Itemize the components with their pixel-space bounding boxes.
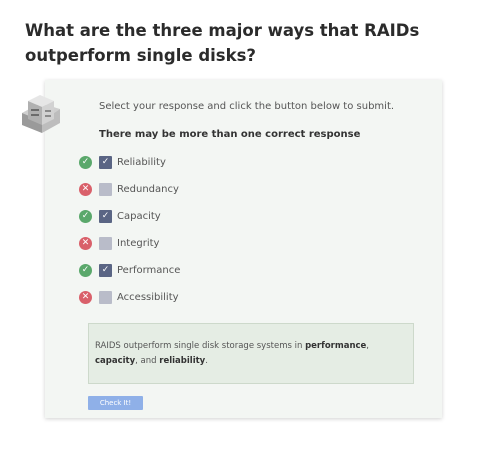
instructions-text: Select your response and click the butto… bbox=[99, 101, 395, 112]
incorrect-x-icon: ✕ bbox=[79, 237, 92, 250]
option-checkbox[interactable] bbox=[99, 237, 112, 250]
option-checkbox[interactable] bbox=[99, 291, 112, 304]
option-label: Integrity bbox=[117, 238, 160, 249]
feedback-term-reliability: reliability bbox=[159, 356, 206, 366]
option-checkbox[interactable]: ✓ bbox=[99, 210, 112, 223]
option-checkbox[interactable] bbox=[99, 183, 112, 196]
correct-check-icon: ✓ bbox=[79, 264, 92, 277]
feedback-suffix: . bbox=[205, 356, 208, 366]
option-label: Capacity bbox=[117, 211, 161, 222]
check-it-button[interactable]: Check It! bbox=[88, 396, 143, 410]
feedback-separator: , and bbox=[135, 356, 160, 366]
option-label: Reliability bbox=[117, 157, 166, 168]
option-label: Performance bbox=[117, 265, 181, 276]
incorrect-x-icon: ✕ bbox=[79, 291, 92, 304]
option-label: Accessibility bbox=[117, 292, 179, 303]
correct-check-icon: ✓ bbox=[79, 156, 92, 169]
option-checkbox[interactable]: ✓ bbox=[99, 264, 112, 277]
feedback-term-capacity: capacity bbox=[95, 356, 136, 366]
feedback-panel: RAIDS outperform single disk storage sys… bbox=[88, 323, 414, 384]
server-disk-icon bbox=[22, 95, 60, 133]
multi-select-hint: There may be more than one correct respo… bbox=[99, 129, 361, 140]
incorrect-x-icon: ✕ bbox=[79, 183, 92, 196]
feedback-prefix: RAIDS outperform single disk storage sys… bbox=[95, 341, 306, 351]
question-title: What are the three major ways that RAIDs… bbox=[25, 21, 420, 65]
option-checkbox[interactable]: ✓ bbox=[99, 156, 112, 169]
feedback-separator: , bbox=[366, 341, 369, 351]
option-label: Redundancy bbox=[117, 184, 179, 195]
feedback-term-performance: performance bbox=[305, 341, 367, 351]
correct-check-icon: ✓ bbox=[79, 210, 92, 223]
